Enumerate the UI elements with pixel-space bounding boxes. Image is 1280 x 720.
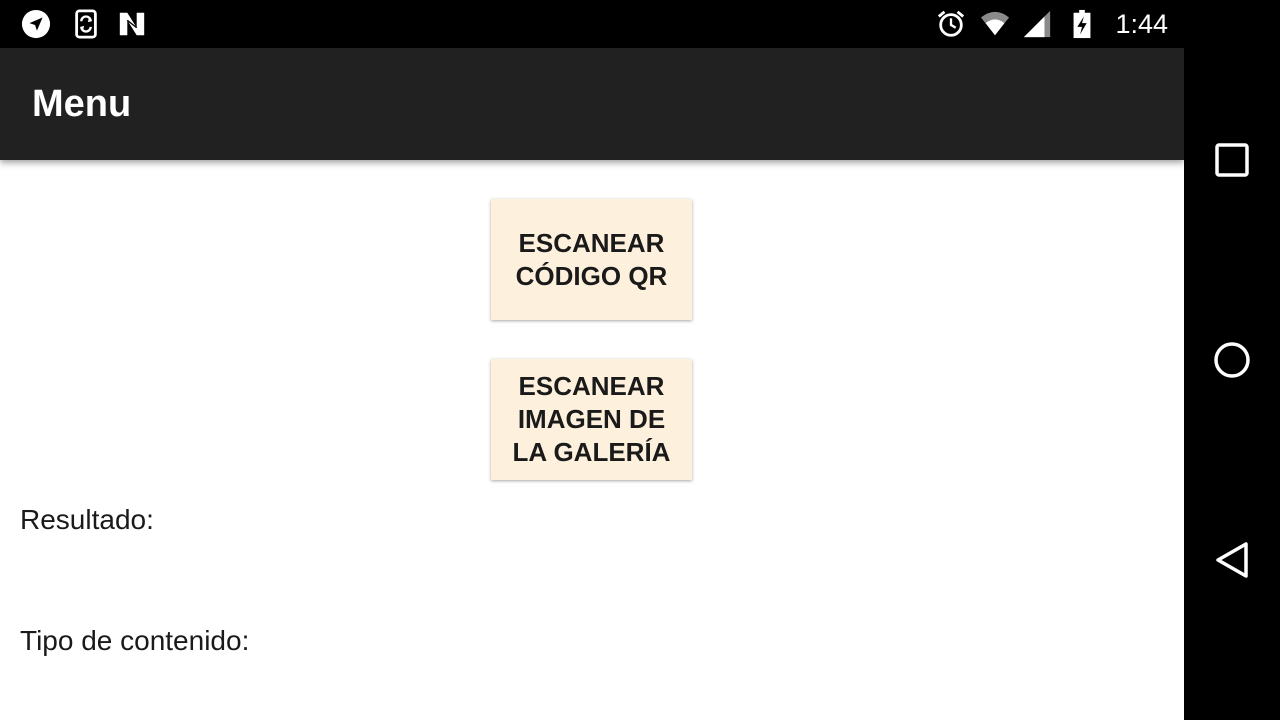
back-triangle-icon[interactable] xyxy=(1208,536,1256,584)
result-label: Resultado: xyxy=(20,504,154,535)
wifi-icon xyxy=(979,9,1011,39)
app-bar: Menu xyxy=(0,48,1184,160)
alarm-icon xyxy=(935,9,967,39)
home-circle-icon[interactable] xyxy=(1208,336,1256,384)
scan-qr-button[interactable]: ESCANEAR CÓDIGO QR xyxy=(491,199,692,320)
app-screen: 1:44 Menu ESCANEAR CÓDIGO QR ESCANEAR IM… xyxy=(0,0,1184,720)
navigation-bar xyxy=(1184,0,1280,720)
app-title: Menu xyxy=(32,83,132,125)
scan-gallery-image-button[interactable]: ESCANEAR IMAGEN DE LA GALERÍA xyxy=(491,359,692,480)
phone-sync-icon xyxy=(70,9,102,39)
navigation-arrow-icon xyxy=(20,9,52,39)
status-bar: 1:44 xyxy=(0,0,1184,48)
n-logo-icon xyxy=(116,9,148,39)
battery-charging-icon xyxy=(1066,9,1098,39)
content-type-label: Tipo de contenido: xyxy=(20,625,250,656)
cell-signal-icon xyxy=(1021,9,1053,39)
recents-square-icon[interactable] xyxy=(1208,136,1256,184)
status-clock: 1:44 xyxy=(1115,9,1168,39)
